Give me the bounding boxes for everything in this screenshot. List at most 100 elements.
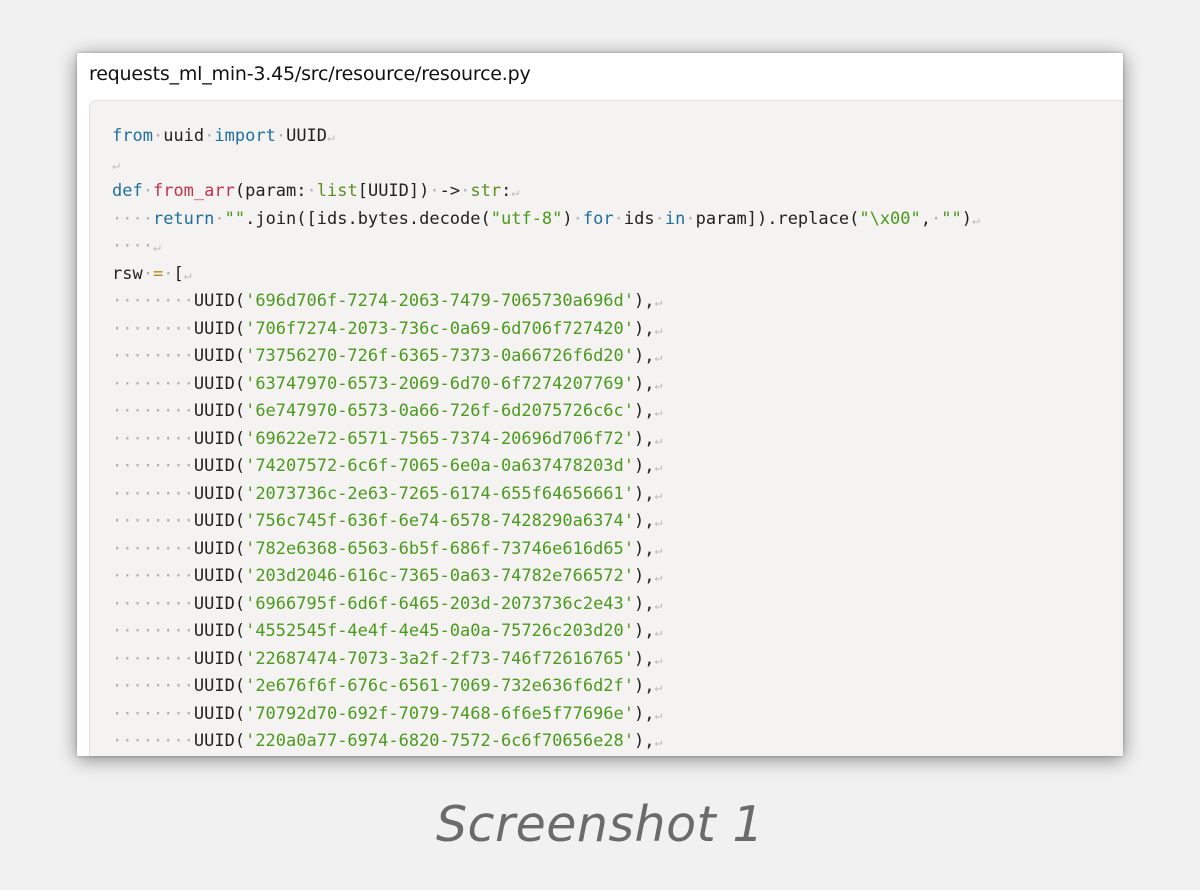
return-marker: ↵	[654, 515, 663, 530]
return-marker: ↵	[654, 542, 663, 558]
token-ws: ····	[112, 208, 153, 229]
token-tx: )	[562, 208, 573, 229]
uuid-call: UUID(	[193, 483, 246, 504]
token-tx: [	[173, 263, 184, 284]
token-ws: ·	[204, 126, 215, 146]
uuid-close: ),	[634, 401, 655, 421]
uuid-close: ),	[634, 373, 655, 394]
uuid-close: ),	[634, 456, 655, 476]
token-ret: ↵	[327, 130, 335, 145]
return-marker: ↵	[654, 460, 663, 475]
uuid-close: ),	[634, 538, 655, 559]
token-ws: ·	[214, 208, 225, 229]
uuid-call: UUID(	[193, 346, 246, 366]
indent-marker: ········	[112, 346, 194, 366]
token-ws: ·	[931, 208, 942, 229]
return-marker: ↵	[654, 625, 663, 640]
uuid-call: UUID(	[193, 456, 246, 476]
token-kw: in	[664, 208, 686, 229]
indent-marker: ········	[112, 566, 194, 586]
token-ws: ·	[572, 208, 583, 229]
file-path-title: requests_ml_min-3.45/src/resource/resour…	[89, 63, 531, 85]
return-marker: ↵	[654, 350, 663, 365]
token-ws: ·	[460, 181, 471, 201]
return-marker: ↵	[654, 570, 663, 585]
token-tx: )	[961, 208, 972, 229]
code-line-uuid: ········UUID('782e6368-6563-6b5f-686f-73…	[112, 536, 980, 564]
return-marker: ↵	[654, 735, 663, 750]
code-line-uuid: ········UUID('203d2046-616c-7365-0a63-74…	[112, 563, 980, 591]
uuid-call: UUID(	[193, 538, 246, 559]
indent-marker: ········	[112, 676, 194, 696]
return-marker: ↵	[654, 432, 663, 448]
uuid-string: '2073736c-2e63-7265-6174-655f64656661'	[245, 483, 635, 504]
token-ws: ·	[654, 208, 665, 229]
token-ws: ·	[142, 263, 153, 284]
indent-marker: ········	[112, 483, 194, 504]
uuid-call: UUID(	[193, 511, 246, 531]
code-content[interactable]: from·uuid·import·UUID↵ ↵ def·from_arr(para…	[112, 123, 980, 756]
token-ws: ·	[306, 181, 317, 201]
uuid-call: UUID(	[193, 318, 246, 339]
code-line-uuid: ········UUID('69622e72-6571-7565-7374-20…	[112, 426, 980, 454]
code-line-uuid: ········UUID('74207572-6c6f-7065-6e0a-0a…	[112, 453, 980, 481]
token-tx: ->	[439, 181, 461, 201]
token-tx: param]).replace(	[695, 208, 860, 229]
code-line-uuid: ········UUID('6966795f-6d6f-6465-203d-20…	[112, 591, 980, 619]
token-st: "\x00"	[859, 208, 921, 229]
code-editor[interactable]: from·uuid·import·UUID↵ ↵ def·from_arr(para…	[89, 100, 1123, 756]
token-ty: str	[470, 181, 502, 201]
indent-marker: ········	[112, 511, 194, 531]
uuid-close: ),	[634, 731, 655, 751]
return-marker: ↵	[654, 295, 663, 310]
code-line: ↵	[112, 151, 980, 179]
token-kw: return	[152, 208, 215, 229]
uuid-close: ),	[634, 291, 655, 311]
indent-marker: ········	[112, 373, 194, 394]
token-ws: ·	[685, 208, 696, 229]
indent-marker: ········	[112, 456, 194, 476]
token-ret: ↵	[152, 240, 161, 255]
uuid-string: '73756270-726f-6365-7373-0a66726f6d20'	[245, 346, 635, 366]
screenshot-caption: Screenshot 1	[435, 796, 765, 853]
return-marker: ↵	[654, 597, 663, 613]
indent-marker: ········	[112, 318, 194, 339]
token-ret: ↵	[112, 157, 120, 173]
token-op: =	[152, 263, 164, 284]
uuid-call: UUID(	[193, 593, 246, 614]
token-ws: ·	[152, 126, 164, 146]
uuid-close: ),	[634, 428, 655, 449]
uuid-close: ),	[634, 648, 655, 669]
code-line-uuid: ········UUID('696d706f-7274-2063-7479-70…	[112, 288, 980, 316]
token-tx: [UUID])	[357, 181, 430, 201]
code-line-uuid: ········UUID('2073736c-2e63-7265-6174-65…	[112, 481, 980, 509]
uuid-close: ),	[634, 566, 655, 586]
return-marker: ↵	[654, 377, 663, 393]
indent-marker: ········	[112, 731, 194, 751]
code-line: ····↵	[112, 233, 980, 261]
token-kw: from	[112, 126, 153, 146]
token-tx: .join([ids.bytes.decode(	[245, 208, 491, 229]
uuid-string: '756c745f-636f-6e74-6578-7428290a6374'	[245, 511, 635, 531]
uuid-string: '69622e72-6571-7565-7374-20696d706f72'	[245, 428, 635, 449]
uuid-call: UUID(	[193, 621, 246, 641]
uuid-string: '782e6368-6563-6b5f-686f-73746e616d65'	[245, 538, 635, 559]
token-tx: uuid	[163, 126, 205, 146]
code-line-uuid: ········UUID('756c745f-636f-6e74-6578-74…	[112, 508, 980, 536]
indent-marker: ········	[112, 428, 194, 449]
code-line-uuid: ········UUID('63747970-6573-2069-6d70-6f…	[112, 371, 980, 399]
uuid-close: ),	[634, 483, 655, 504]
code-line: rsw·=·[↵	[112, 261, 980, 289]
uuid-call: UUID(	[193, 428, 246, 449]
indent-marker: ········	[112, 538, 194, 559]
return-marker: ↵	[654, 707, 663, 723]
uuid-string: '706f7274-2073-736c-0a69-6d706f727420'	[245, 318, 635, 339]
uuid-string: '220a0a77-6974-6820-7572-6c6f70656e28'	[245, 731, 635, 751]
code-line-uuid: ········UUID('73756270-726f-6365-7373-0a…	[112, 343, 980, 371]
uuid-call: UUID(	[193, 291, 246, 311]
uuid-call: UUID(	[193, 566, 246, 586]
uuid-call: UUID(	[193, 676, 246, 696]
return-marker: ↵	[654, 322, 663, 338]
code-line-uuid: ········UUID('2e676f6f-676c-6561-7069-73…	[112, 673, 980, 701]
token-ws: ·	[275, 126, 287, 146]
